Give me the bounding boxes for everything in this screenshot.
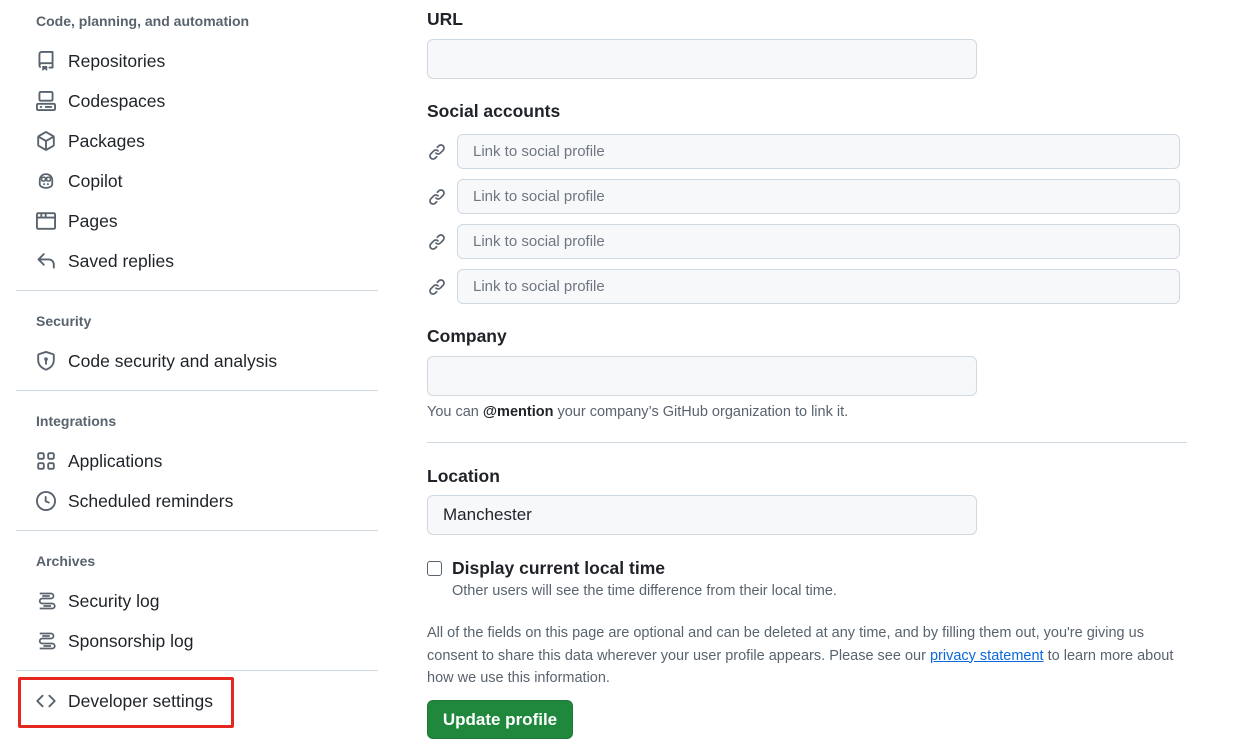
social-profile-input-3[interactable] [457,224,1180,259]
sidebar-item-label: Copilot [68,170,123,191]
social-account-row [427,179,1180,214]
sidebar-item-copilot[interactable]: Copilot [24,163,374,199]
link-icon [427,232,447,252]
section-divider [427,442,1187,443]
log-icon [34,589,58,613]
company-hint-prefix: You can [427,404,483,420]
sidebar-item-label: Scheduled reminders [68,490,234,511]
sidebar-item-scheduled-reminders[interactable]: Scheduled reminders [24,483,374,519]
group-heading-archives: Archives [36,553,96,569]
company-hint-suffix: your company’s GitHub organization to li… [553,404,849,420]
local-time-option: Display current local time [427,558,665,579]
settings-sidebar: Code, planning, and automation Repositor… [16,0,378,749]
sidebar-item-label: Developer settings [68,690,213,711]
sidebar-divider [16,530,378,531]
codespaces-icon [34,89,58,113]
sidebar-item-label: Applications [68,450,163,471]
social-account-row [427,269,1180,304]
link-icon [427,142,447,162]
social-account-row [427,134,1180,169]
company-label: Company [427,326,507,346]
update-profile-button[interactable]: Update profile [427,700,573,739]
local-time-label[interactable]: Display current local time [452,558,665,579]
profile-form: URL Social accounts Company You can @men… [427,0,1207,749]
shield-lock-icon [34,349,58,373]
privacy-disclaimer: All of the fields on this page are optio… [427,622,1187,690]
social-accounts-label: Social accounts [427,101,561,121]
sidebar-item-label: Codespaces [68,90,166,111]
sidebar-item-packages[interactable]: Packages [24,123,374,159]
sidebar-item-sponsorship-log[interactable]: Sponsorship log [24,623,374,659]
url-label: URL [427,9,463,29]
privacy-statement-link[interactable]: privacy statement [930,648,1044,664]
sidebar-item-code-security[interactable]: Code security and analysis [24,343,374,379]
social-profile-input-1[interactable] [457,134,1180,169]
company-hint: You can @mention your company’s GitHub o… [427,404,848,420]
social-profile-input-4[interactable] [457,269,1180,304]
sidebar-item-label: Security log [68,590,160,611]
repo-icon [34,49,58,73]
sidebar-item-security-log[interactable]: Security log [24,583,374,619]
social-account-row [427,224,1180,259]
link-icon [427,277,447,297]
package-icon [34,129,58,153]
company-field[interactable] [427,356,977,396]
sidebar-item-codespaces[interactable]: Codespaces [24,83,374,119]
sidebar-divider [16,390,378,391]
sidebar-item-label: Pages [68,210,118,231]
clock-icon [34,489,58,513]
apps-icon [34,449,58,473]
code-icon [34,689,58,713]
sidebar-item-label: Saved replies [68,250,175,271]
sidebar-item-label: Code security and analysis [68,350,278,371]
browser-icon [34,209,58,233]
group-heading-code: Code, planning, and automation [36,13,250,29]
sidebar-item-label: Sponsorship log [68,630,194,651]
sidebar-item-label: Repositories [68,50,166,71]
sidebar-item-pages[interactable]: Pages [24,203,374,239]
group-heading-security: Security [36,313,92,329]
sidebar-divider [16,670,378,671]
group-heading-integrations: Integrations [36,413,117,429]
company-hint-mention: @mention [482,404,554,420]
reply-icon [34,249,58,273]
local-time-checkbox[interactable] [427,561,442,576]
sidebar-item-repositories[interactable]: Repositories [24,43,374,79]
local-time-hint: Other users will see the time difference… [452,583,837,599]
copilot-icon [34,169,58,193]
sidebar-item-applications[interactable]: Applications [24,443,374,479]
sidebar-divider [16,290,378,291]
link-icon [427,187,447,207]
log-icon [34,629,58,653]
sidebar-item-developer-settings[interactable]: Developer settings [24,683,374,719]
sidebar-item-label: Packages [68,130,145,151]
location-field[interactable] [427,495,977,535]
location-label: Location [427,466,500,486]
url-field[interactable] [427,39,977,79]
social-profile-input-2[interactable] [457,179,1180,214]
sidebar-item-saved-replies[interactable]: Saved replies [24,243,374,279]
